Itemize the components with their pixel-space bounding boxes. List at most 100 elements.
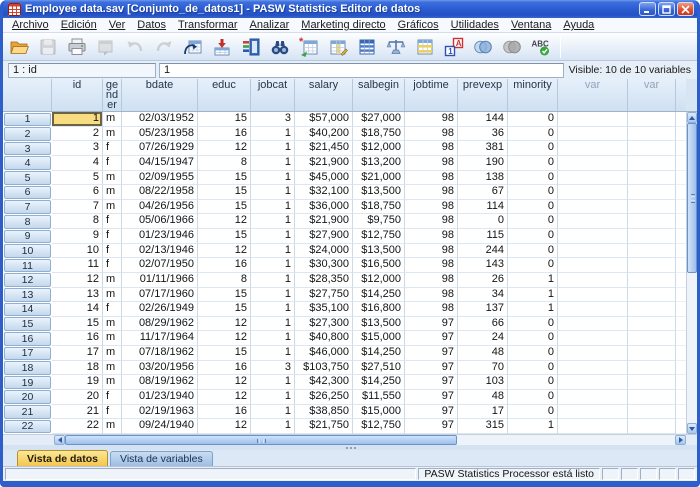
use-variable-sets-icon[interactable]	[471, 35, 494, 58]
cell[interactable]: $46,000	[295, 346, 353, 361]
cell[interactable]: 1	[508, 273, 558, 288]
cell[interactable]: 15	[198, 185, 251, 200]
cell[interactable]: m	[103, 361, 122, 376]
menu-ayuda[interactable]: Ayuda	[557, 19, 600, 31]
cell[interactable]: 02/09/1955	[122, 171, 198, 186]
cell[interactable]: 0	[508, 390, 558, 405]
menu-marketing-directo[interactable]: Marketing directo	[295, 19, 391, 31]
cell[interactable]: 114	[458, 200, 508, 215]
cell[interactable]: 98	[405, 288, 458, 303]
cell[interactable]: 0	[508, 112, 558, 127]
cell[interactable]: 66	[458, 317, 508, 332]
cell[interactable]: 12	[198, 244, 251, 259]
cell[interactable]	[628, 171, 676, 186]
cell[interactable]: 0	[508, 214, 558, 229]
cell[interactable]: f	[103, 156, 122, 171]
cell[interactable]: 98	[405, 141, 458, 156]
cell[interactable]: 15	[198, 171, 251, 186]
cell[interactable]: 20	[52, 390, 103, 405]
cell[interactable]: 0	[508, 331, 558, 346]
cell[interactable]: $32,100	[295, 185, 353, 200]
cell[interactable]	[628, 302, 676, 317]
cell[interactable]: f	[103, 141, 122, 156]
menu-analizar[interactable]: Analizar	[244, 19, 296, 31]
cell[interactable]: 16	[198, 258, 251, 273]
cell[interactable]: 1	[52, 112, 103, 127]
cell[interactable]: 9	[52, 229, 103, 244]
cell[interactable]: $14,250	[353, 288, 405, 303]
cell[interactable]: 98	[405, 229, 458, 244]
cell[interactable]: 02/26/1949	[122, 302, 198, 317]
scroll-down-button[interactable]	[687, 423, 697, 434]
cell[interactable]	[628, 214, 676, 229]
cell[interactable]: $18,750	[353, 200, 405, 215]
cell[interactable]: 1	[251, 229, 295, 244]
cell[interactable]: $30,300	[295, 258, 353, 273]
cell[interactable]: m	[103, 200, 122, 215]
cell[interactable]: 16	[52, 331, 103, 346]
vertical-scroll-thumb[interactable]	[687, 123, 697, 273]
cell[interactable]: 22	[52, 419, 103, 434]
cell[interactable]	[558, 361, 628, 376]
cell[interactable]: 15	[52, 317, 103, 332]
cell[interactable]: 12	[198, 317, 251, 332]
horizontal-scroll-thumb[interactable]	[65, 435, 457, 445]
cell[interactable]: 08/29/1962	[122, 317, 198, 332]
cell[interactable]: 09/24/1940	[122, 419, 198, 434]
cell[interactable]: 14	[52, 302, 103, 317]
cell[interactable]: 1	[251, 375, 295, 390]
cell[interactable]: 18	[52, 361, 103, 376]
cell[interactable]	[628, 317, 676, 332]
horizontal-scroll-track[interactable]	[457, 435, 675, 445]
cell[interactable]: 1	[251, 331, 295, 346]
cell[interactable]: 1	[251, 288, 295, 303]
cell[interactable]: f	[103, 244, 122, 259]
cell[interactable]: 02/07/1950	[122, 258, 198, 273]
cell[interactable]: 8	[198, 273, 251, 288]
cell[interactable]: 1	[251, 244, 295, 259]
cell[interactable]: 5	[52, 171, 103, 186]
cell[interactable]: $21,900	[295, 156, 353, 171]
cell[interactable]: 97	[405, 346, 458, 361]
cell[interactable]	[628, 127, 676, 142]
column-header-bdate[interactable]: bdate	[122, 79, 198, 111]
cell[interactable]	[558, 244, 628, 259]
cell[interactable]: 3	[52, 141, 103, 156]
pane-splitter[interactable]	[3, 445, 697, 450]
cell[interactable]: f	[103, 214, 122, 229]
cell[interactable]: 08/22/1958	[122, 185, 198, 200]
cell[interactable]: 0	[508, 200, 558, 215]
cell[interactable]: 1	[508, 419, 558, 434]
menu-gr-ficos[interactable]: Gráficos	[392, 19, 445, 31]
cell[interactable]: 70	[458, 361, 508, 376]
cell[interactable]: 12	[198, 419, 251, 434]
cell[interactable]: 0	[508, 405, 558, 420]
cell[interactable]: 08/19/1962	[122, 375, 198, 390]
cell[interactable]: $26,250	[295, 390, 353, 405]
cell[interactable]: f	[103, 302, 122, 317]
cell[interactable]	[628, 331, 676, 346]
cell[interactable]: 115	[458, 229, 508, 244]
cell[interactable]: 15	[198, 112, 251, 127]
cell[interactable]: 12	[198, 331, 251, 346]
cell[interactable]	[628, 141, 676, 156]
column-header-salbegin[interactable]: salbegin	[353, 79, 405, 111]
cell[interactable]: 0	[508, 346, 558, 361]
cell[interactable]: 17	[52, 346, 103, 361]
cell[interactable]: 01/23/1946	[122, 229, 198, 244]
cell[interactable]: 15	[198, 200, 251, 215]
cell[interactable]: $103,750	[295, 361, 353, 376]
cell[interactable]: 137	[458, 302, 508, 317]
cell[interactable]: 1	[251, 419, 295, 434]
cell[interactable]: 48	[458, 390, 508, 405]
cell[interactable]: 144	[458, 112, 508, 127]
vertical-scroll-track[interactable]	[687, 273, 697, 423]
close-button[interactable]	[677, 2, 694, 16]
cell[interactable]: 36	[458, 127, 508, 142]
cell[interactable]: 12	[52, 273, 103, 288]
save-icon[interactable]	[36, 35, 59, 58]
tab-vista-de-datos[interactable]: Vista de datos	[17, 450, 108, 466]
cell[interactable]: 1	[251, 127, 295, 142]
cell[interactable]: m	[103, 317, 122, 332]
cell[interactable]: 97	[405, 375, 458, 390]
